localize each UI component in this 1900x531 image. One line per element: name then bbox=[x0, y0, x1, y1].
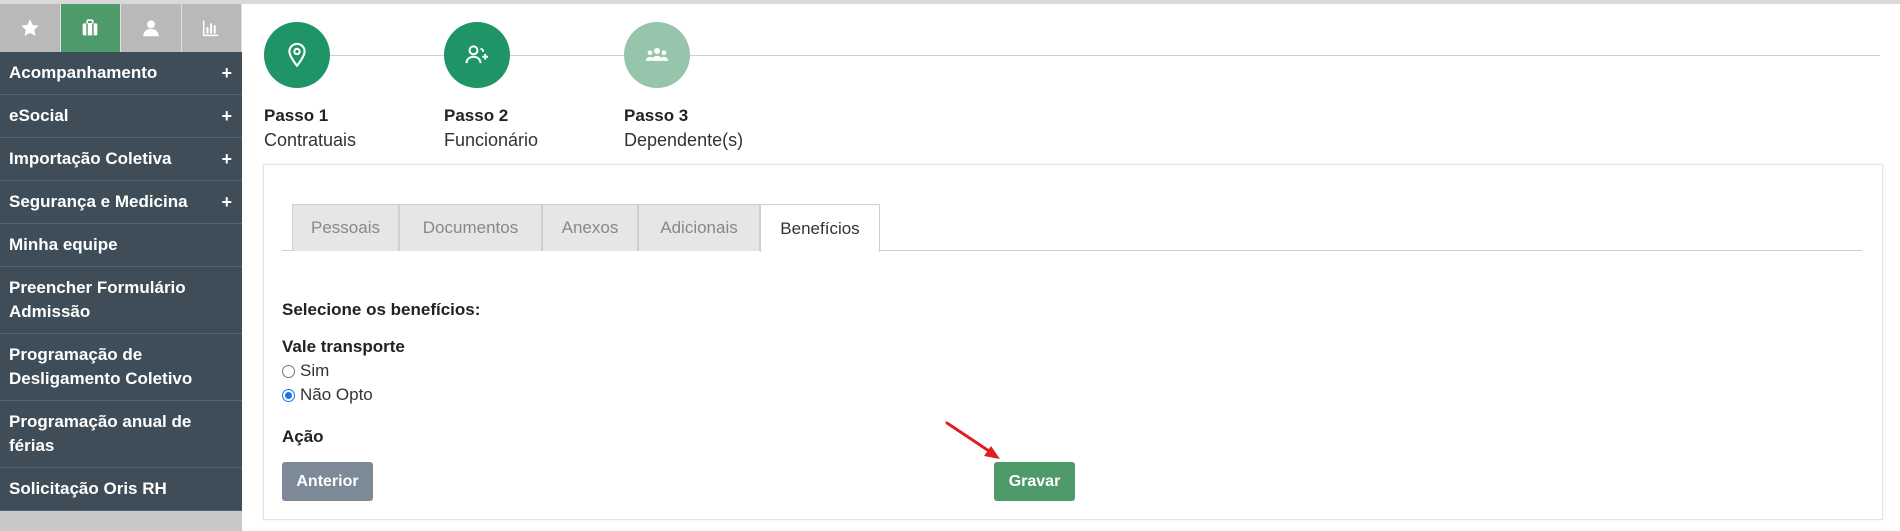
sidebar-item-label: Minha equipe bbox=[9, 235, 118, 254]
step-subtitle: Dependente(s) bbox=[624, 130, 744, 150]
sidebar-item-importacao-coletiva[interactable]: Importação Coletiva + bbox=[0, 138, 242, 181]
sidebar-item-label: Programação de Desligamento Coletivo bbox=[9, 345, 193, 388]
expand-icon: + bbox=[221, 63, 232, 83]
sidebar-icon-bar bbox=[0, 4, 242, 52]
step-title: Passo 1 bbox=[264, 106, 329, 125]
step-title: Passo 3 bbox=[624, 106, 689, 125]
step-3-circle bbox=[624, 22, 690, 88]
location-pin-icon bbox=[288, 42, 306, 68]
radio-nao-opto-input[interactable] bbox=[282, 388, 295, 402]
step-1[interactable]: Passo 1 Contratuais bbox=[264, 22, 356, 151]
sidebar-item-solicitacao-oris[interactable]: Solicitação Oris RH bbox=[0, 468, 242, 511]
radio-sim-label: Sim bbox=[300, 361, 330, 380]
sidebar-item-label: Programação anual de férias bbox=[9, 412, 192, 455]
radio-sim[interactable]: Sim bbox=[282, 361, 329, 381]
user-icon[interactable] bbox=[121, 4, 182, 52]
radio-nao-opto-label: Não Opto bbox=[300, 385, 373, 404]
step-subtitle: Contratuais bbox=[264, 130, 357, 150]
sidebar-item-seguranca-medicina[interactable]: Segurança e Medicina + bbox=[0, 181, 242, 224]
tab-anexos[interactable]: Anexos bbox=[542, 204, 638, 251]
expand-icon: + bbox=[221, 149, 232, 169]
sidebar-item-label: Segurança e Medicina bbox=[9, 192, 188, 211]
previous-button[interactable]: Anterior bbox=[282, 462, 373, 501]
annotation-arrow-icon bbox=[945, 421, 1000, 459]
sidebar-item-desligamento-coletivo[interactable]: Programação de Desligamento Coletivo bbox=[0, 334, 242, 401]
action-label: Ação bbox=[282, 427, 324, 446]
step-1-circle bbox=[264, 22, 330, 88]
step-subtitle: Funcionário bbox=[444, 130, 539, 150]
sidebar-item-minha-equipe[interactable]: Minha equipe bbox=[0, 224, 242, 267]
step-2-circle bbox=[444, 22, 510, 88]
sidebar-item-acompanhamento[interactable]: Acompanhamento + bbox=[0, 52, 242, 95]
sidebar: Acompanhamento + eSocial + Importação Cole… bbox=[0, 4, 242, 531]
add-user-icon bbox=[465, 45, 489, 64]
sidebar-item-esocial[interactable]: eSocial + bbox=[0, 95, 242, 138]
chart-icon[interactable] bbox=[181, 4, 242, 52]
step-title: Passo 2 bbox=[444, 106, 509, 125]
sidebar-item-preencher-formulario[interactable]: Preencher Formulário Admissão bbox=[0, 267, 242, 334]
sidebar-item-label: Acompanhamento bbox=[9, 63, 158, 82]
tab-pessoais[interactable]: Pessoais bbox=[292, 204, 399, 251]
expand-icon: + bbox=[221, 106, 232, 126]
sidebar-item-label: eSocial bbox=[9, 106, 69, 125]
briefcase-icon[interactable] bbox=[60, 4, 121, 52]
radio-nao-opto[interactable]: Não Opto bbox=[282, 385, 373, 405]
tab-adicionais[interactable]: Adicionais bbox=[638, 204, 760, 251]
sidebar-item-programacao-ferias[interactable]: Programação anual de férias bbox=[0, 401, 242, 468]
benefits-prompt: Selecione os benefícios: bbox=[282, 300, 481, 319]
tab-bar: Pessoais Documentos Anexos Adicionais Be… bbox=[282, 204, 1862, 252]
radio-sim-input[interactable] bbox=[282, 364, 295, 378]
top-border bbox=[0, 0, 1900, 4]
step-2[interactable]: Passo 2 Funcionário bbox=[444, 22, 538, 151]
tab-beneficios[interactable]: Benefícios bbox=[760, 204, 880, 252]
group-icon bbox=[645, 47, 669, 61]
sidebar-item-label: Importação Coletiva bbox=[9, 149, 172, 168]
form-card: Pessoais Documentos Anexos Adicionais Be… bbox=[263, 164, 1883, 520]
expand-icon: + bbox=[221, 192, 232, 212]
tab-documentos[interactable]: Documentos bbox=[399, 204, 542, 251]
star-icon[interactable] bbox=[0, 4, 61, 52]
sidebar-menu: Acompanhamento + eSocial + Importação Cole… bbox=[0, 52, 242, 511]
vale-transporte-label: Vale transporte bbox=[282, 337, 405, 356]
sidebar-item-label: Preencher Formulário Admissão bbox=[9, 278, 186, 321]
step-3[interactable]: Passo 3 Dependente(s) bbox=[624, 22, 743, 151]
sidebar-item-label: Solicitação Oris RH bbox=[9, 479, 167, 498]
